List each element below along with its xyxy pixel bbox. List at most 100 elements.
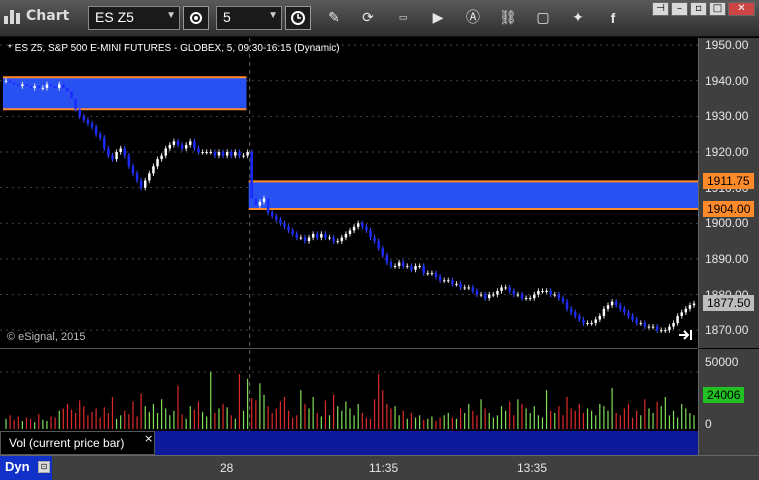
candle-body <box>631 315 634 320</box>
candle-body <box>508 287 511 291</box>
candle-body <box>197 148 200 153</box>
candle-body <box>266 198 270 213</box>
price-tick-label: 1950.00 <box>705 38 749 53</box>
window-minimize-icon[interactable]: – <box>671 2 688 16</box>
candle-body <box>414 266 417 270</box>
price-axis[interactable]: 1950.001940.001930.001920.001910.001900.… <box>698 38 759 348</box>
time-axis[interactable]: 28 11:35 13:35 <box>0 455 759 480</box>
candle-body <box>586 323 589 325</box>
candle-body <box>107 148 110 156</box>
facebook-icon[interactable]: f <box>603 9 623 27</box>
candle-body <box>307 237 311 242</box>
candle-body <box>168 144 172 149</box>
candle-body <box>258 201 262 206</box>
candle-body <box>25 84 28 87</box>
candle-body <box>451 280 454 284</box>
candle-body <box>639 323 642 325</box>
candle-body <box>668 326 671 331</box>
chevron-down-icon[interactable]: ▼ <box>166 10 176 21</box>
supply-demand-zone <box>248 181 698 210</box>
volume-axis[interactable]: 50000 24006 0 <box>698 349 759 455</box>
candle-body <box>8 80 12 83</box>
panel-divider <box>0 348 698 349</box>
window-close-icon[interactable]: ✕ <box>728 2 755 16</box>
window-restore-icon[interactable]: ▫ <box>690 2 707 16</box>
candle-body <box>316 233 319 238</box>
candle-body <box>537 290 540 295</box>
candle-body <box>58 84 61 88</box>
candle-body <box>184 144 188 149</box>
window-maximize-icon[interactable]: □ <box>709 2 726 16</box>
candle-body <box>311 233 315 238</box>
price-chart[interactable] <box>0 38 698 431</box>
dynamic-mode-label: Dyn <box>5 459 30 474</box>
candle-body <box>635 319 638 324</box>
candle-body <box>373 237 376 242</box>
candle-body <box>221 152 225 156</box>
copyright-text: © eSignal, 2015 <box>7 331 86 343</box>
candle-body <box>356 223 360 227</box>
candle-body <box>299 237 303 239</box>
interval-settings-button[interactable] <box>183 6 209 30</box>
time-tick: 13:35 <box>517 461 548 475</box>
candle-body <box>82 116 86 120</box>
chevron-down-icon[interactable]: ▼ <box>268 10 278 21</box>
candle-body <box>37 86 40 88</box>
lock-icon[interactable]: ⊡ <box>38 461 50 473</box>
symbol-input[interactable]: ES Z5 ▼ <box>88 6 180 30</box>
candle-body <box>406 266 409 268</box>
pencil-icon[interactable]: ✎ <box>324 9 344 27</box>
chart-header: * ES Z5, S&P 500 E-MINI FUTURES - GLOBEX… <box>8 43 340 54</box>
window-pin-icon[interactable]: ⊣ <box>652 2 669 16</box>
candle-body <box>578 315 581 320</box>
candle-body <box>569 308 573 313</box>
candle-body <box>78 109 81 117</box>
refresh-icon[interactable]: ⟳ <box>358 9 378 27</box>
candle-body <box>627 312 630 316</box>
candle-body <box>541 290 544 292</box>
jump-to-end-icon[interactable] <box>678 328 696 344</box>
twitter-icon[interactable]: ✦ <box>568 9 588 27</box>
alert-icon[interactable]: Ⓐ <box>463 9 483 27</box>
candle-body <box>496 290 499 295</box>
chat-icon[interactable]: ▢ <box>533 9 553 27</box>
candle-body <box>418 266 421 268</box>
link-icon[interactable]: ⛓ <box>498 9 518 27</box>
candle-body <box>103 137 106 149</box>
get-icon[interactable]: ▭ <box>393 9 413 27</box>
candle-body <box>230 152 233 156</box>
candle-body <box>340 237 344 242</box>
candle-body <box>369 230 372 238</box>
candle-body <box>41 87 45 89</box>
candle-body <box>4 80 8 82</box>
candle-body <box>483 294 487 299</box>
candle-body <box>594 319 597 324</box>
interval-value: 5 <box>223 9 231 25</box>
candle-body <box>553 294 556 296</box>
candle-body <box>623 308 626 313</box>
gear-icon <box>190 12 202 24</box>
candle-body <box>684 308 688 313</box>
candle-body <box>164 148 167 156</box>
candle-body <box>275 216 278 220</box>
chart-toolbar: Chart ES Z5 ▼ 5 ▼ ✎ ⟳ ▭ ▶ Ⓐ ⛓ ▢ ✦ f ⊣ – … <box>0 0 759 37</box>
candle-body <box>389 262 393 267</box>
candle-body <box>561 298 565 302</box>
candle-body <box>680 312 683 316</box>
volume-tick-zero: 0 <box>705 417 712 431</box>
candle-body <box>348 230 352 234</box>
candle-body <box>524 298 528 300</box>
volume-study-label[interactable]: Vol (current price bar) <box>0 431 155 455</box>
candle-body <box>303 237 307 242</box>
candle-body <box>565 301 569 309</box>
candle-body <box>377 241 380 249</box>
time-template-button[interactable] <box>285 6 311 30</box>
candle-body <box>111 155 114 160</box>
close-icon[interactable]: × <box>144 432 153 445</box>
candle-body <box>447 280 450 282</box>
candle-body <box>520 294 524 299</box>
candle-body <box>295 233 298 238</box>
candle-body <box>320 233 323 238</box>
play-icon[interactable]: ▶ <box>428 9 448 27</box>
interval-input[interactable]: 5 ▼ <box>216 6 282 30</box>
